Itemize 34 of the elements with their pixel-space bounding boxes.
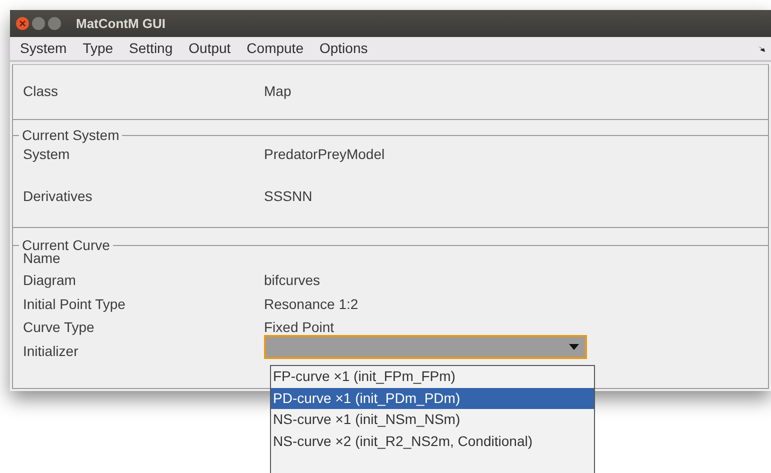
field-label: Diagram [22, 271, 77, 290]
field-label: Initializer [22, 342, 80, 360]
field-value: SSSNN [264, 187, 312, 206]
field-label: Class [22, 82, 60, 101]
menu-item[interactable]: Type [74, 38, 122, 59]
dropdown-option[interactable]: NS-curve ×1 (init_NSm_NSm) [271, 409, 594, 430]
initializer-dropdown[interactable] [264, 334, 587, 358]
menu-item[interactable]: Setting [121, 38, 181, 59]
close-button[interactable] [16, 17, 29, 30]
field-label: Derivatives [22, 187, 94, 206]
close-icon [19, 20, 26, 27]
maximize-button[interactable] [48, 17, 61, 30]
caret-icon [569, 344, 579, 350]
field-label: System [22, 145, 71, 164]
overflow-arrow-icon [758, 46, 765, 52]
group-title: Current Curve [21, 238, 111, 252]
dropdown-option[interactable]: FP-curve ×1 (init_FPm_FPm) [271, 366, 594, 388]
menu-item[interactable]: Output [180, 38, 239, 59]
field-value: PredatorPreyModel [264, 145, 385, 164]
dropdown-option[interactable]: PD-curve ×1 (init_PDm_PDm) [271, 388, 594, 409]
dropdown-option[interactable]: NS-curve ×2 (init_R2_NS2m, Conditional) [271, 430, 594, 452]
field-label: Name [23, 250, 60, 268]
window-title: MatContM GUI [76, 14, 166, 33]
menu-item[interactable]: System [12, 38, 75, 59]
field-value: Map [264, 82, 292, 101]
field-value: Resonance 1:2 [264, 294, 358, 314]
minimize-button[interactable] [32, 17, 45, 30]
menu-item[interactable]: Compute [238, 38, 312, 59]
menu-item[interactable]: Options [311, 38, 376, 59]
field-label: Initial Point Type [22, 294, 126, 314]
field-value: Fixed Point [264, 318, 334, 337]
field-label: Curve Type [22, 318, 96, 337]
field-value: bifcurves [264, 271, 320, 290]
group-title: Current System [21, 128, 120, 142]
